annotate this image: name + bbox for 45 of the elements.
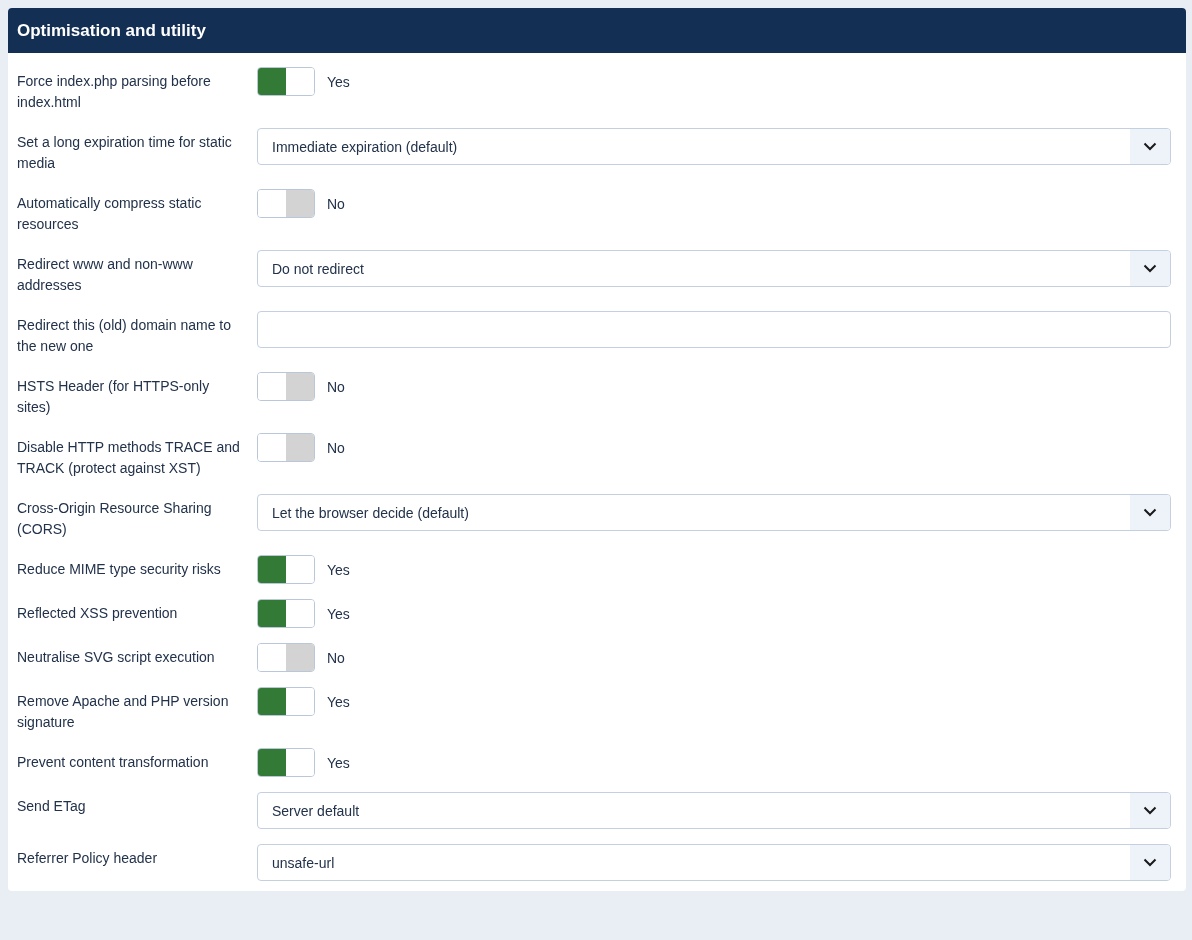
field-label: Disable HTTP methods TRACE and TRACK (protect against XST) xyxy=(17,438,241,478)
toggle-state-label: No xyxy=(327,439,345,456)
field-label: Reduce MIME type security risks xyxy=(17,560,222,579)
field-label: Redirect this (old) domain name to the new one xyxy=(17,316,232,356)
toggle-state-label: Yes xyxy=(327,693,350,710)
field-label: Reflected XSS prevention xyxy=(17,604,179,623)
toggle-switch[interactable] xyxy=(257,748,315,777)
field-label: Force index.php parsing before index.html xyxy=(17,72,212,112)
toggle-switch[interactable] xyxy=(257,189,315,218)
panel-title: Optimisation and utility xyxy=(8,8,1186,53)
toggle-switch[interactable] xyxy=(257,67,315,96)
toggle-state-label: No xyxy=(327,195,345,212)
toggle-state-label: No xyxy=(327,649,345,666)
toggle-state-label: Yes xyxy=(327,73,350,90)
toggle-switch[interactable] xyxy=(257,643,315,672)
field-label: HSTS Header (for HTTPS-only sites) xyxy=(17,377,211,417)
dropdown-select[interactable]: Let the browser decide (default) xyxy=(257,494,1171,531)
toggle-switch[interactable] xyxy=(257,433,315,462)
dropdown-select[interactable]: Server default xyxy=(257,792,1171,829)
field-label: Automatically compress static resources xyxy=(17,194,203,234)
field-label: Prevent content transformation xyxy=(17,753,210,772)
field-label: Neutralise SVG script execution xyxy=(17,648,216,667)
chevron-down-icon xyxy=(1143,806,1157,815)
chevron-down-icon xyxy=(1143,264,1157,273)
field-label: Remove Apache and PHP version signature xyxy=(17,692,230,732)
field-label: Cross-Origin Resource Sharing (CORS) xyxy=(17,499,213,539)
toggle-switch[interactable] xyxy=(257,372,315,401)
field-label: Redirect www and non-www addresses xyxy=(17,255,194,295)
chevron-down-icon xyxy=(1143,858,1157,867)
text-input-field[interactable] xyxy=(257,311,1171,348)
toggle-state-label: Yes xyxy=(327,605,350,622)
field-label: Set a long expiration time for static media xyxy=(17,133,233,173)
toggle-state-label: Yes xyxy=(327,561,350,578)
field-label: Referrer Policy header xyxy=(17,849,159,868)
toggle-switch[interactable] xyxy=(257,599,315,628)
toggle-state-label: Yes xyxy=(327,754,350,771)
chevron-down-icon xyxy=(1143,142,1157,151)
dropdown-select[interactable]: Immediate expiration (default) xyxy=(257,128,1171,165)
dropdown-select[interactable]: Do not redirect xyxy=(257,250,1171,287)
toggle-switch[interactable] xyxy=(257,687,315,716)
chevron-down-icon xyxy=(1143,508,1157,517)
toggle-state-label: No xyxy=(327,378,345,395)
field-label: Send ETag xyxy=(17,797,87,816)
toggle-switch[interactable] xyxy=(257,555,315,584)
dropdown-select[interactable]: unsafe-url xyxy=(257,844,1171,881)
